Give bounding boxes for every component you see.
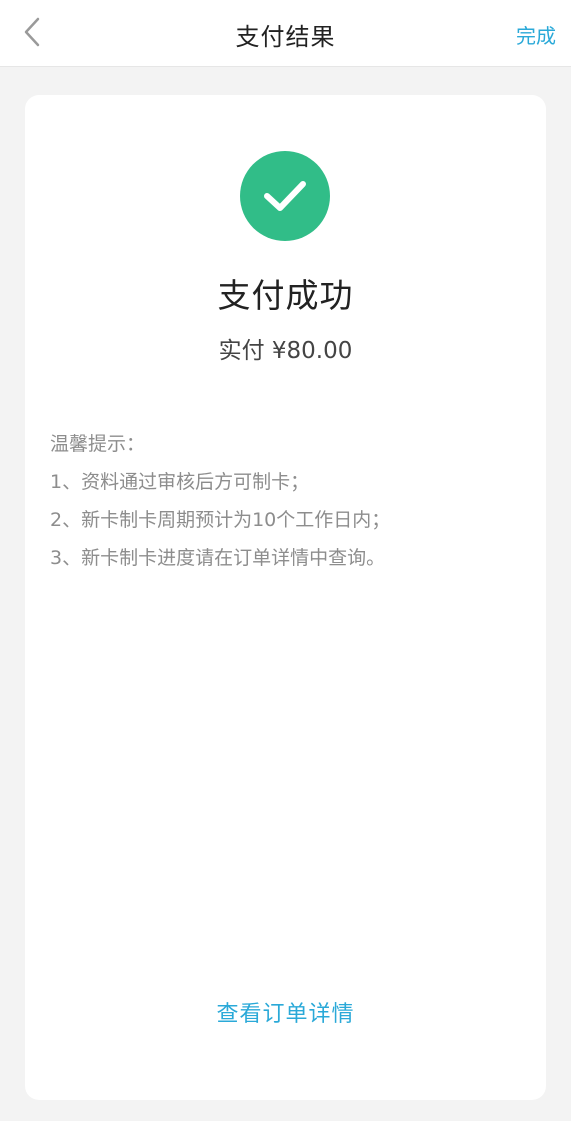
check-circle-icon bbox=[240, 151, 330, 241]
tip-item: 1、资料通过审核后方可制卡； bbox=[50, 471, 310, 493]
page-title: 支付结果 bbox=[235, 23, 336, 51]
payment-status-text: 支付成功 bbox=[217, 276, 354, 315]
tips-section: 温馨提示： 1、资料通过审核后方可制卡； 2、新卡制卡周期预计为10个工作日内；… bbox=[50, 425, 530, 577]
payment-result-card: 支付成功 实付 ¥80.00 温馨提示： 1、资料通过审核后方可制卡； 2、新卡… bbox=[25, 95, 546, 1100]
checkmark-icon bbox=[264, 181, 306, 211]
tips-heading: 温馨提示： bbox=[50, 433, 146, 455]
tip-item: 2、新卡制卡周期预计为10个工作日内； bbox=[50, 509, 391, 531]
paid-amount: 实付 ¥80.00 bbox=[218, 338, 353, 364]
done-button[interactable]: 完成 bbox=[516, 20, 556, 49]
tip-item: 3、新卡制卡进度请在订单详情中查询。 bbox=[50, 547, 386, 569]
view-order-detail-link[interactable]: 查看订单详情 bbox=[25, 996, 546, 1028]
top-navigation-bar: 支付结果 完成 bbox=[0, 0, 571, 67]
